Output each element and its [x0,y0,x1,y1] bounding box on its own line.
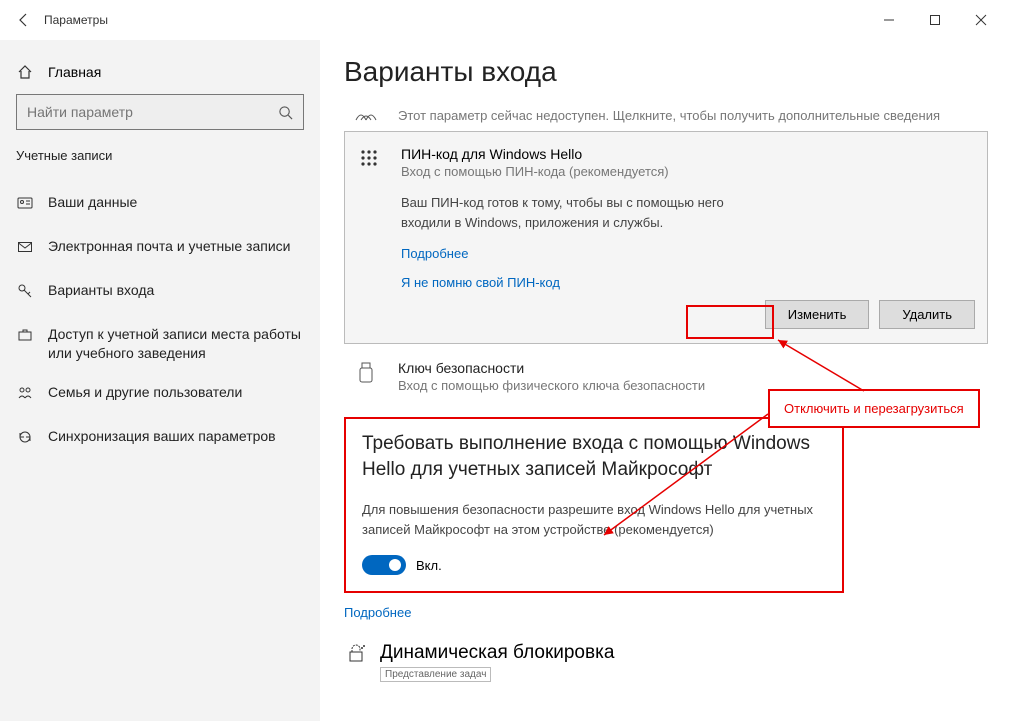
main-content: Варианты входа Этот параметр сейчас недо… [320,40,1012,721]
seckey-sub: Вход с помощью физического ключа безопас… [398,378,705,393]
annotation-callout: Отключить и перезагрузиться [768,389,980,428]
window-title: Параметры [44,13,108,27]
option-sub: Этот параметр сейчас недоступен. Щелкнит… [398,108,940,123]
sidebar-group-header: Учетные записи [8,148,312,183]
sidebar-item-sync[interactable]: Синхронизация ваших параметров [8,417,312,461]
pin-sub: Вход с помощью ПИН-кода (рекомендуется) [401,164,669,179]
hello-learn-more-link[interactable]: Подробнее [344,605,988,620]
mail-icon [16,239,34,255]
sidebar-home[interactable]: Главная [8,56,312,94]
home-icon [16,64,34,80]
task-view-tooltip: Представление задач [380,667,491,682]
people-icon [16,385,34,401]
sidebar: Главная Учетные записи Ваши данные Элект… [0,40,320,721]
sidebar-item-label: Электронная почта и учетные записи [48,237,290,256]
pin-body: Ваш ПИН-код готов к тому, чтобы вы с пом… [401,193,761,232]
dynamic-lock-row: Динамическая блокировка [344,642,988,664]
sidebar-item-label: Синхронизация ваших параметров [48,427,276,446]
pin-remove-button[interactable]: Удалить [879,300,975,329]
usb-icon [352,362,380,384]
sync-icon [16,429,34,445]
hello-title: Требовать выполнение входа с помощью Win… [362,431,826,482]
sidebar-item-label: Ваши данные [48,193,137,212]
pin-change-button[interactable]: Изменить [765,300,870,329]
option-unavailable[interactable]: Этот параметр сейчас недоступен. Щелкнит… [344,98,988,131]
fingerprint-icon [352,108,380,122]
seckey-title: Ключ безопасности [398,360,705,376]
hello-desc: Для повышения безопасности разрешите вхо… [362,500,826,539]
keypad-icon [355,148,383,168]
page-title: Варианты входа [344,56,988,88]
sidebar-item-work-access[interactable]: Доступ к учетной записи места работы или… [8,315,312,373]
pin-title: ПИН-код для Windows Hello [401,146,669,162]
sidebar-item-email-accounts[interactable]: Электронная почта и учетные записи [8,227,312,271]
key-icon [16,283,34,299]
hello-toggle-label: Вкл. [416,558,442,573]
hello-toggle[interactable] [362,555,406,575]
sidebar-item-family[interactable]: Семья и другие пользователи [8,373,312,417]
titlebar: Параметры [0,0,1012,40]
hello-section: Требовать выполнение входа с помощью Win… [344,417,844,593]
close-button[interactable] [958,4,1004,36]
lock-icon [344,642,368,664]
search-icon [267,105,303,120]
search-input-wrap[interactable] [16,94,304,130]
sidebar-item-label: Доступ к учетной записи места работы или… [48,325,304,363]
maximize-button[interactable] [912,4,958,36]
sidebar-home-label: Главная [48,64,101,80]
sidebar-item-label: Семья и другие пользователи [48,383,242,402]
sidebar-item-label: Варианты входа [48,281,154,300]
sidebar-item-signin-options[interactable]: Варианты входа [8,271,312,315]
minimize-button[interactable] [866,4,912,36]
briefcase-icon [16,327,34,343]
sidebar-item-your-info[interactable]: Ваши данные [8,183,312,227]
pin-card: ПИН-код для Windows Hello Вход с помощью… [344,131,988,344]
user-card-icon [16,195,34,211]
pin-learn-more-link[interactable]: Подробнее [401,246,975,261]
pin-forgot-link[interactable]: Я не помню свой ПИН-код [401,275,975,290]
dynamic-lock-title: Динамическая блокировка [380,642,614,664]
back-button[interactable] [8,4,40,36]
search-input[interactable] [17,104,267,120]
